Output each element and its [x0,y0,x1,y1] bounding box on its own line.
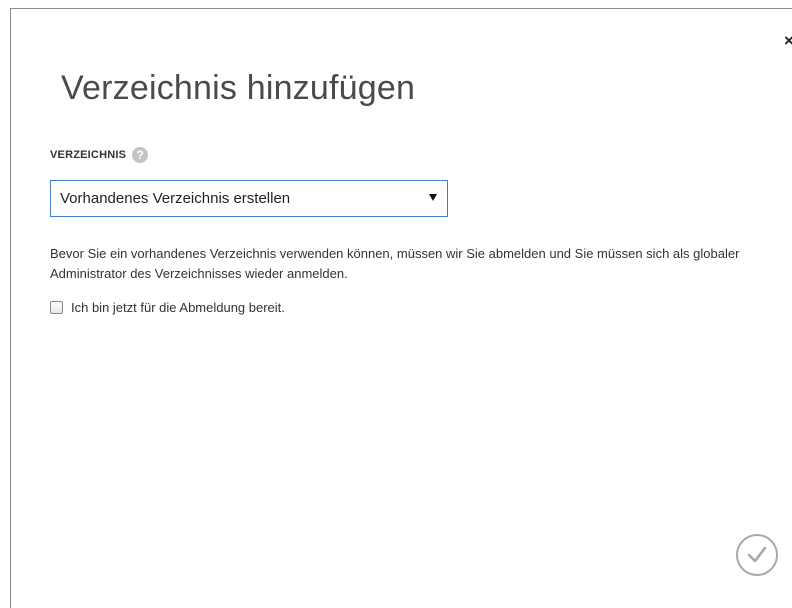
chevron-down-icon [429,194,437,201]
directory-field-label: VERZEICHNIS [50,149,127,161]
signout-ready-checkbox-label[interactable]: Ich bin jetzt für die Abmeldung bereit. [71,300,285,315]
signout-ready-checkbox-row[interactable]: Ich bin jetzt für die Abmeldung bereit. [50,298,285,316]
description-text: Bevor Sie ein vorhandenes Verzeichnis ve… [50,246,740,281]
confirm-button[interactable] [736,534,778,576]
help-icon[interactable]: ? [132,147,149,163]
directory-select[interactable]: Vorhandenes Verzeichnis erstellen [50,180,448,217]
dialog-title: Verzeichnis hinzufügen [61,69,416,107]
directory-select-value: Vorhandenes Verzeichnis erstellen [60,190,291,207]
directory-field-label-row: VERZEICHNIS ? [50,146,149,164]
checkmark-icon [747,546,767,563]
close-icon[interactable]: × [781,32,792,49]
signout-ready-checkbox[interactable] [50,300,63,314]
